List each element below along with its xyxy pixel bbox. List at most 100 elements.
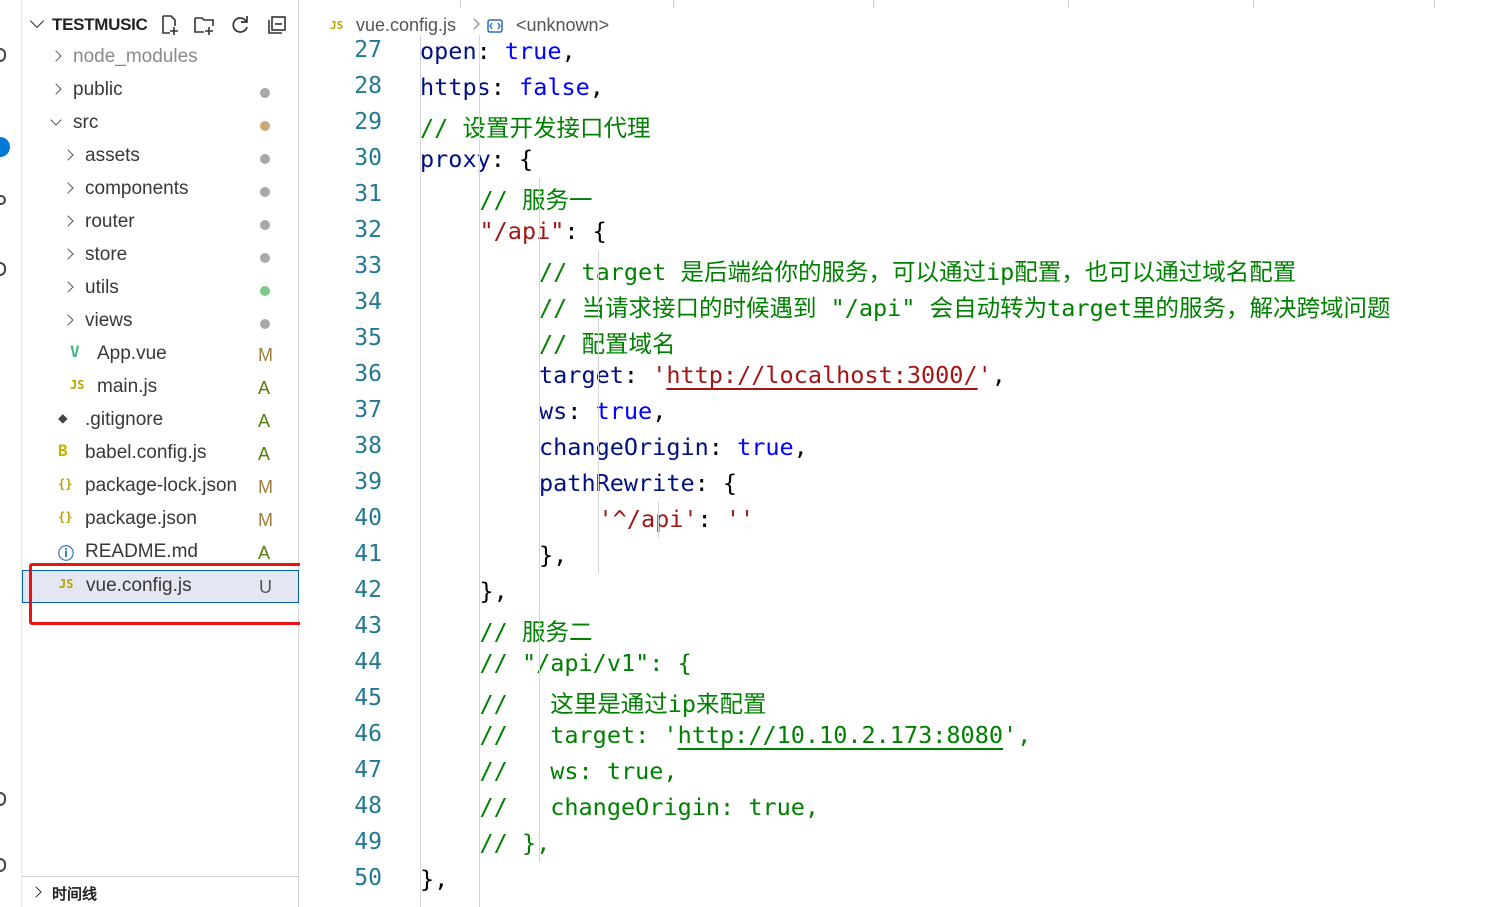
breadcrumb-symbol[interactable]: <unknown>	[516, 15, 609, 36]
new-folder-icon[interactable]	[193, 14, 215, 36]
babel-file-icon: B	[58, 441, 68, 460]
chevron-right-icon[interactable]	[62, 248, 74, 260]
code-line[interactable]: 37 ws: true,	[300, 395, 1507, 431]
tree-file[interactable]: {} package-lock.json M	[22, 471, 299, 504]
code-line[interactable]: 31 // 服务一	[300, 179, 1507, 215]
code-token: open	[420, 37, 477, 65]
activity-icon-fragment[interactable]	[0, 48, 6, 62]
js-file-icon: JS	[330, 19, 344, 32]
tree-file[interactable]: {} package.json M	[22, 504, 299, 537]
chevron-right-icon[interactable]	[62, 149, 74, 161]
tree-file[interactable]: V App.vue M	[22, 339, 299, 372]
code-line[interactable]: 43 // 服务二	[300, 611, 1507, 647]
workspace-title[interactable]: TESTMUSIC	[52, 15, 148, 35]
chevron-down-icon[interactable]	[29, 13, 45, 29]
indent-guide	[658, 502, 659, 538]
timeline-section-header[interactable]: 时间线	[22, 876, 299, 907]
chevron-right-icon[interactable]	[62, 182, 74, 194]
new-file-icon[interactable]	[158, 14, 180, 36]
tree-folder[interactable]: utils	[22, 273, 299, 306]
chevron-right-icon[interactable]	[62, 314, 74, 326]
tree-file[interactable]: ◆ .gitignore A	[22, 405, 299, 438]
git-status-badge: A	[258, 378, 271, 398]
code-token: ''	[725, 505, 755, 533]
code-line[interactable]: 35 // 配置域名	[300, 323, 1507, 359]
code-token: // "/api/v1": {	[479, 649, 692, 677]
code-line[interactable]: 34 // 当请求接口的时候遇到 "/api" 会自动转为target里的服务，解…	[300, 287, 1507, 323]
code-line[interactable]: 36 target: 'http://localhost:3000/',	[300, 359, 1507, 395]
collapse-all-icon[interactable]	[266, 14, 288, 36]
git-status-dot	[260, 220, 270, 230]
line-number: 50	[354, 865, 382, 891]
code-token: true	[595, 397, 653, 425]
indent-guide	[420, 35, 421, 907]
chevron-down-icon[interactable]	[50, 114, 62, 126]
code-token: :	[697, 505, 726, 533]
code-token: // changeOrigin: true,	[479, 793, 820, 821]
code-token: true	[504, 37, 562, 65]
tree-folder[interactable]: views	[22, 306, 299, 339]
line-number: 47	[354, 757, 382, 783]
line-number: 37	[354, 397, 382, 423]
tree-item-label: App.vue	[97, 343, 167, 364]
line-number: 29	[354, 109, 382, 135]
tree-item-label: store	[85, 244, 128, 265]
chevron-right-icon[interactable]	[50, 50, 62, 62]
code-line[interactable]: 46 // target: 'http://10.10.2.173:8080',	[300, 719, 1507, 755]
code-token: // 这里是通过ip来配置	[479, 690, 767, 718]
code-line[interactable]: 39 pathRewrite: {	[300, 467, 1507, 503]
code-line[interactable]: 30 proxy: {	[300, 143, 1507, 179]
breadcrumb-file[interactable]: vue.config.js	[356, 15, 456, 36]
code-line[interactable]: 47 // ws: true,	[300, 755, 1507, 791]
tree-folder[interactable]: store	[22, 240, 299, 273]
tree-item-label: components	[85, 178, 189, 199]
explorer-section-header[interactable]: TESTMUSIC	[22, 8, 299, 42]
tree-folder[interactable]: public	[22, 75, 299, 108]
code-text: https: false,	[420, 73, 604, 101]
activity-icon-fragment[interactable]	[0, 262, 6, 276]
chevron-right-icon[interactable]	[50, 83, 62, 95]
git-status-badge: M	[258, 510, 273, 530]
activity-icon-fragment[interactable]	[0, 195, 6, 205]
timeline-label[interactable]: 时间线	[52, 883, 97, 904]
code-line[interactable]: 40 '^/api': ''	[300, 503, 1507, 539]
code-line[interactable]: 33 // target 是后端给你的服务，可以通过ip配置，也可以通过域名配置	[300, 251, 1507, 287]
code-line[interactable]: 44 // "/api/v1": {	[300, 647, 1507, 683]
code-text: proxy: {	[420, 145, 533, 173]
code-line[interactable]: 29 // 设置开发接口代理	[300, 107, 1507, 143]
git-status-badge: M	[258, 345, 273, 365]
account-icon[interactable]	[0, 792, 6, 806]
code-line[interactable]: 38 changeOrigin: true,	[300, 431, 1507, 467]
chevron-right-icon	[468, 18, 480, 30]
chevron-right-icon[interactable]	[62, 281, 74, 293]
code-editor[interactable]: JS vue.config.js <unknown> 27 open: true,…	[300, 0, 1507, 907]
tree-folder[interactable]: assets	[22, 141, 299, 174]
chevron-right-icon[interactable]	[30, 886, 42, 898]
annotation-highlight-box	[29, 563, 304, 625]
tree-file[interactable]: Bbabel.config.js A	[22, 438, 299, 471]
settings-icon[interactable]	[0, 858, 6, 872]
line-number: 34	[354, 289, 382, 315]
code-line[interactable]: 45 // 这里是通过ip来配置	[300, 683, 1507, 719]
refresh-icon[interactable]	[229, 14, 251, 36]
tree-folder[interactable]: components	[22, 174, 299, 207]
line-number: 45	[354, 685, 382, 711]
line-number: 28	[354, 73, 382, 99]
code-line[interactable]: 28 https: false,	[300, 71, 1507, 107]
chevron-right-icon[interactable]	[62, 215, 74, 227]
code-line[interactable]: 49// },	[300, 827, 1507, 863]
code-line[interactable]: 32 "/api": {	[300, 215, 1507, 251]
tree-folder[interactable]: node_modules	[22, 42, 299, 75]
code-line[interactable]: 41},	[300, 539, 1507, 575]
code-text: // 服务二	[480, 613, 593, 647]
tree-file[interactable]: JS main.js A	[22, 372, 299, 405]
code-line[interactable]: 42},	[300, 575, 1507, 611]
code-line[interactable]: 48 // changeOrigin: true,	[300, 791, 1507, 827]
code-token: ,	[793, 433, 808, 461]
code-line[interactable]: 50},	[300, 863, 1507, 899]
tree-item-label: .gitignore	[85, 409, 164, 430]
json-file-icon: {}	[58, 477, 73, 491]
tree-folder[interactable]: router	[22, 207, 299, 240]
code-line[interactable]: 27 open: true,	[300, 35, 1507, 71]
tree-folder[interactable]: src	[22, 108, 299, 141]
